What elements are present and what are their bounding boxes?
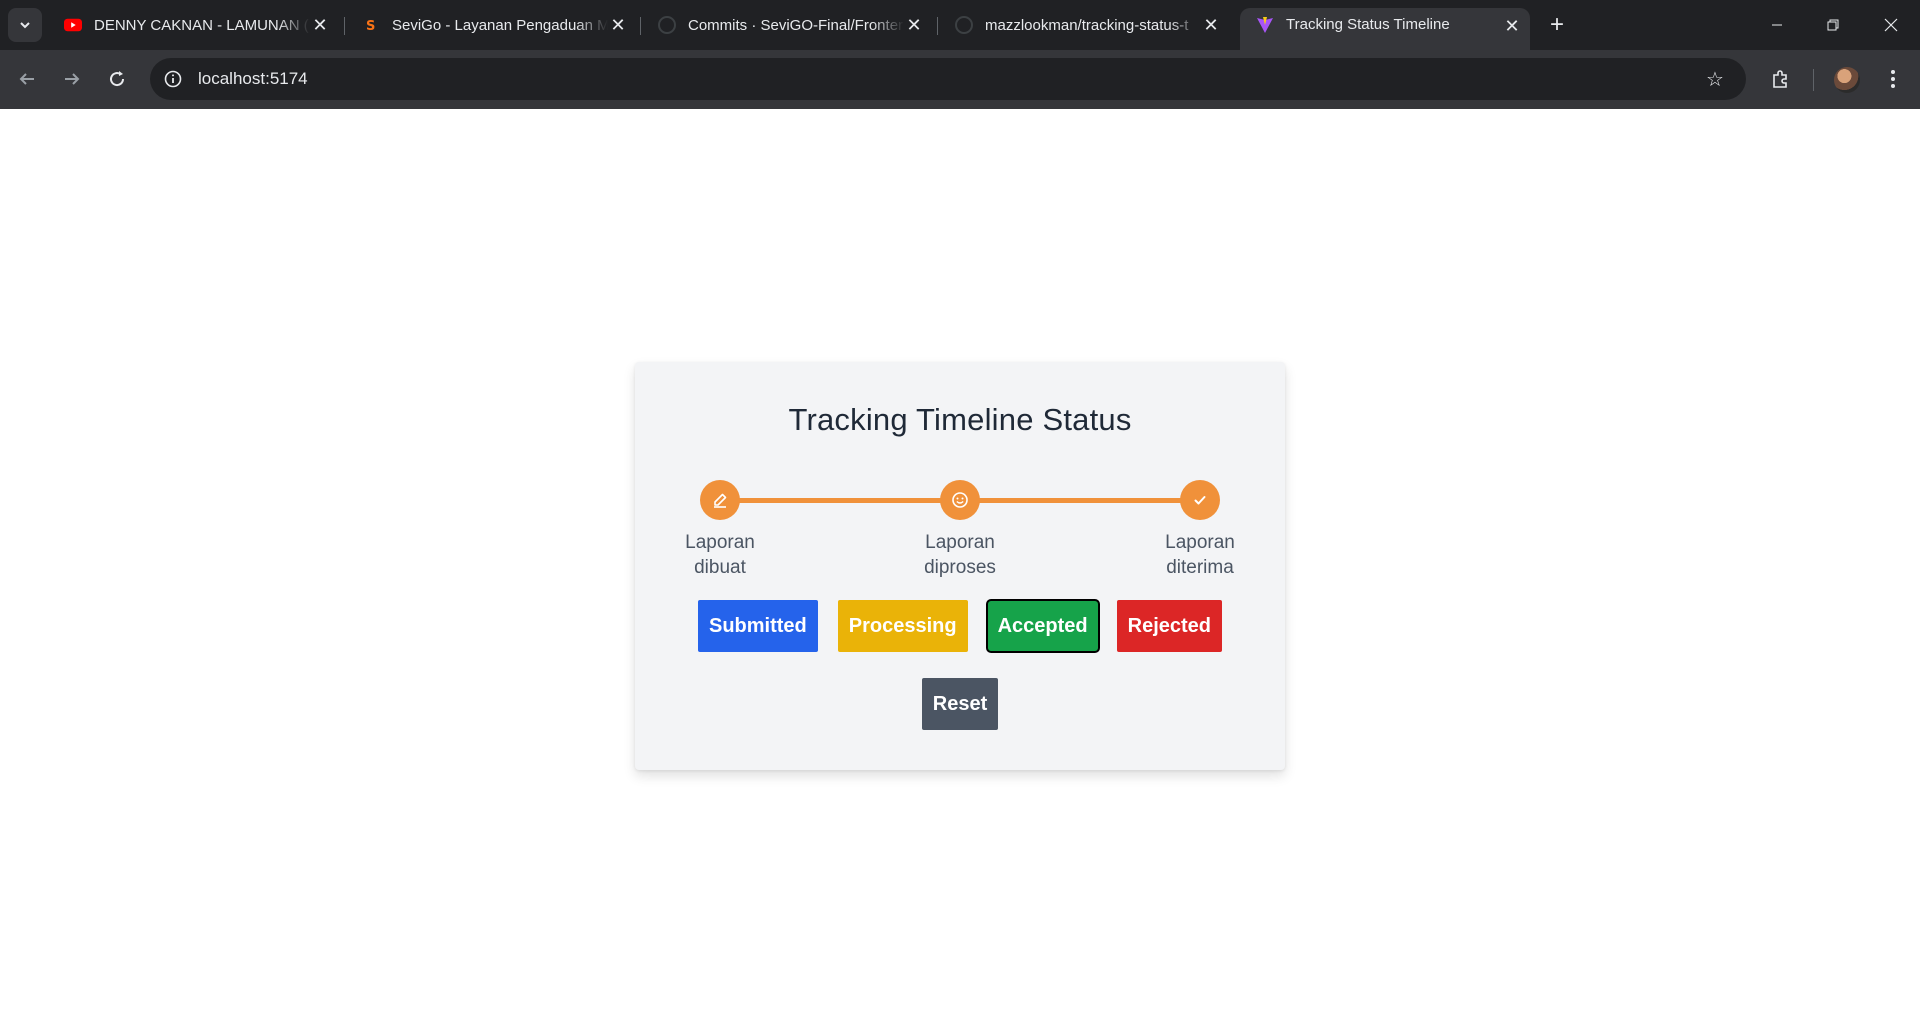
close-icon bbox=[1884, 18, 1898, 32]
timeline-step-diproses: Laporan diproses bbox=[905, 480, 1015, 580]
tab-github-repo[interactable]: mazzlookman/tracking-status-t ✕ bbox=[939, 8, 1229, 42]
timeline-step-dibuat: Laporan dibuat bbox=[665, 480, 775, 580]
restore-button[interactable] bbox=[1818, 10, 1848, 40]
timeline-dot bbox=[940, 480, 980, 520]
chevron-down-icon bbox=[20, 22, 30, 29]
processing-button[interactable]: Processing bbox=[837, 600, 968, 652]
svg-text:S: S bbox=[366, 19, 375, 32]
arrow-left-icon bbox=[19, 73, 34, 85]
sevigo-icon: S bbox=[362, 16, 380, 34]
tab-youtube[interactable]: DENNY CAKNAN - LAMUNAN ( ✕ bbox=[48, 8, 338, 42]
youtube-icon bbox=[64, 16, 82, 34]
browser-chrome: DENNY CAKNAN - LAMUNAN ( ✕ S SeviGo - La… bbox=[0, 0, 1920, 109]
pencil-icon bbox=[714, 493, 727, 508]
url-text: localhost:5174 bbox=[198, 69, 308, 88]
close-icon[interactable]: ✕ bbox=[1502, 16, 1522, 36]
tab-title: mazzlookman/tracking-status-t bbox=[985, 16, 1189, 34]
close-icon[interactable]: ✕ bbox=[608, 15, 628, 35]
step-label: Laporan diterima bbox=[1145, 530, 1255, 580]
step-label-line: Laporan bbox=[1165, 532, 1235, 553]
step-label: Laporan diproses bbox=[905, 530, 1015, 580]
step-label: Laporan dibuat bbox=[665, 530, 775, 580]
rejected-button[interactable]: Rejected bbox=[1116, 600, 1222, 652]
tab-title: Commits · SeviGO-Final/Fronter bbox=[688, 16, 904, 34]
page-title: Tracking Timeline Status bbox=[788, 402, 1132, 437]
accepted-button[interactable]: Accepted bbox=[985, 599, 1100, 653]
check-icon bbox=[1194, 496, 1206, 505]
reset-row: Reset bbox=[635, 678, 1285, 730]
reload-button[interactable] bbox=[102, 64, 132, 94]
window-close-button[interactable] bbox=[1876, 10, 1906, 40]
restore-icon bbox=[1827, 19, 1839, 31]
browser-toolbar: localhost:5174 ☆ bbox=[0, 50, 1920, 109]
smiley-icon bbox=[952, 492, 968, 508]
github-icon bbox=[658, 16, 676, 34]
step-label-line: Laporan bbox=[685, 532, 755, 553]
plus-icon: + bbox=[1549, 11, 1564, 38]
step-label-line: dibuat bbox=[694, 557, 746, 578]
site-info-icon[interactable] bbox=[162, 68, 184, 90]
timeline-step-diterima: Laporan diterima bbox=[1145, 480, 1255, 580]
reset-button[interactable]: Reset bbox=[921, 678, 999, 730]
minimize-button[interactable] bbox=[1762, 10, 1792, 40]
tab-separator bbox=[937, 17, 938, 35]
back-button[interactable] bbox=[12, 64, 42, 94]
reload-icon bbox=[110, 71, 125, 87]
status-timeline: Laporan dibuat Laporan diproses Laporan … bbox=[635, 480, 1285, 590]
tab-tracking-status[interactable]: Tracking Status Timeline ✕ bbox=[1240, 8, 1530, 50]
tab-sevigo[interactable]: S SeviGo - Layanan Pengaduan M ✕ bbox=[346, 8, 636, 42]
tab-search-button[interactable] bbox=[8, 8, 42, 42]
tab-strip: DENNY CAKNAN - LAMUNAN ( ✕ S SeviGo - La… bbox=[0, 0, 1920, 50]
extensions-icon[interactable] bbox=[1768, 66, 1794, 92]
new-tab-button[interactable]: + bbox=[1544, 11, 1570, 38]
forward-button[interactable] bbox=[57, 64, 87, 94]
address-bar[interactable]: localhost:5174 ☆ bbox=[150, 58, 1746, 100]
timeline-dot bbox=[700, 480, 740, 520]
step-label-line: diterima bbox=[1166, 557, 1234, 578]
profile-avatar[interactable] bbox=[1834, 67, 1860, 93]
tab-separator bbox=[640, 17, 641, 35]
github-icon bbox=[955, 16, 973, 34]
minimize-icon bbox=[1772, 24, 1782, 26]
toolbar-divider bbox=[1813, 69, 1814, 91]
tracking-card: Tracking Timeline Status Laporan dibuat … bbox=[635, 362, 1285, 770]
submitted-button[interactable]: Submitted bbox=[697, 600, 818, 652]
step-label-line: diproses bbox=[924, 557, 996, 578]
bookmark-star-icon[interactable]: ☆ bbox=[1704, 68, 1726, 91]
tab-title: SeviGo - Layanan Pengaduan M bbox=[392, 16, 608, 34]
tab-title: DENNY CAKNAN - LAMUNAN ( bbox=[94, 16, 309, 34]
tab-github-commits[interactable]: Commits · SeviGO-Final/Fronter ✕ bbox=[642, 8, 932, 42]
menu-kebab-icon[interactable] bbox=[1880, 66, 1906, 92]
vite-icon bbox=[1256, 16, 1274, 34]
step-label-line: Laporan bbox=[925, 532, 995, 553]
close-icon[interactable]: ✕ bbox=[904, 15, 924, 35]
status-buttons: Submitted Processing Accepted Rejected bbox=[635, 599, 1285, 653]
tab-separator bbox=[344, 17, 345, 35]
timeline-dot bbox=[1180, 480, 1220, 520]
arrow-right-icon bbox=[65, 73, 80, 85]
tab-title: Tracking Status Timeline bbox=[1286, 16, 1450, 33]
close-icon[interactable]: ✕ bbox=[310, 15, 330, 35]
close-icon[interactable]: ✕ bbox=[1201, 15, 1221, 35]
